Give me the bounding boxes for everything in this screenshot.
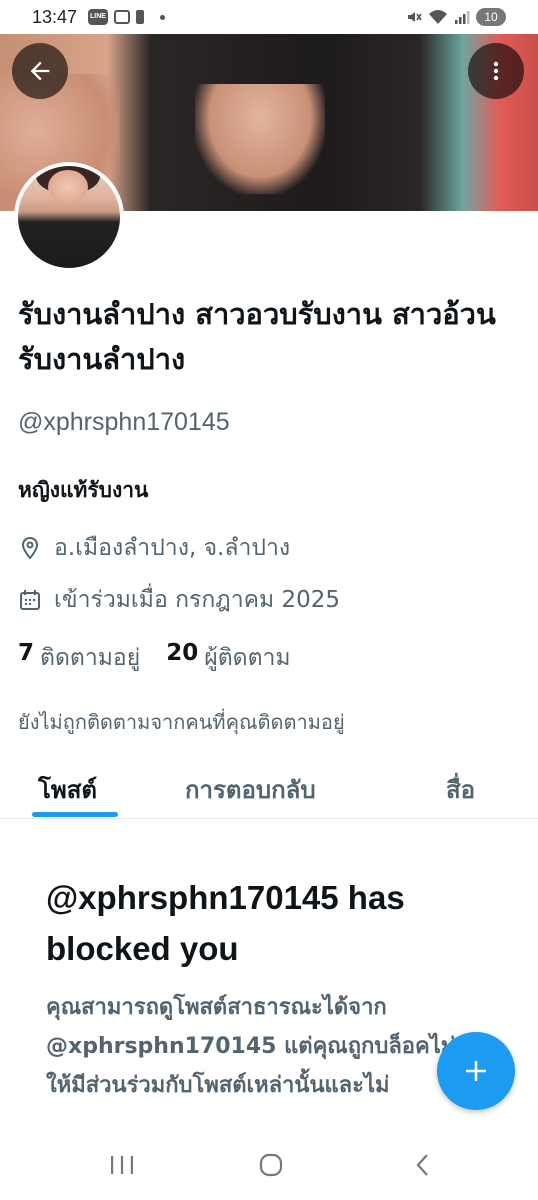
followers-link[interactable]: 20 ผู้ติดตาม [166, 640, 290, 676]
profile-joined-date: เข้าร่วมเมื่อ กรกฎาคม 2025 [18, 582, 340, 618]
follow-stats: 7 ติดตามอยู่ 20 ผู้ติดตาม [18, 640, 309, 676]
location-text: อ.เมืองลำปาง, จ.ลำปาง [54, 535, 291, 561]
joined-text: เข้าร่วมเมื่อ กรกฎาคม 2025 [54, 587, 341, 613]
location-pin-icon [21, 536, 39, 560]
active-tab-indicator [32, 812, 118, 817]
followers-label: ผู้ติดตาม [204, 645, 291, 671]
notification-icons: LINE [88, 9, 165, 25]
home-icon [259, 1153, 283, 1177]
back-button[interactable] [12, 43, 68, 99]
recent-apps-button[interactable] [102, 1150, 142, 1180]
recent-apps-icon [111, 1156, 133, 1174]
tab-media[interactable]: สื่อ [446, 770, 475, 809]
banner-image-detail [195, 84, 325, 194]
following-label: ติดตามอยู่ [40, 645, 141, 671]
wifi-icon [429, 10, 447, 24]
chevron-left-icon [416, 1154, 428, 1176]
compose-button[interactable] [437, 1032, 515, 1110]
following-link[interactable]: 7 ติดตามอยู่ [18, 640, 140, 676]
system-navigation-bar [0, 1130, 538, 1200]
calendar-icon [20, 590, 40, 610]
profile-handle: @xphrsphn170145 [18, 408, 230, 436]
more-vertical-icon [493, 61, 499, 81]
arrow-left-icon [30, 61, 50, 81]
display-name: รับงานลำปาง สาวอวบรับงาน สาวอ้วนรับงานลำ… [18, 297, 496, 376]
following-count: 7 [18, 640, 35, 666]
tab-posts[interactable]: โพสต์ [38, 770, 97, 809]
plus-icon [466, 1061, 486, 1081]
avatar-image-detail [48, 170, 88, 204]
more-options-button[interactable] [468, 43, 524, 99]
blocked-title: @xphrsphn170145 has blocked you [46, 879, 405, 967]
blocked-body: คุณสามารถดูโพสต์สาธารณะได้จาก @xphrsphn1… [46, 995, 456, 1098]
battery-indicator: 10 [476, 8, 506, 26]
signal-icon [455, 11, 470, 24]
alert-icon [136, 10, 144, 24]
mute-icon [408, 12, 422, 22]
status-bar: 13:47 LINE 10 [0, 0, 538, 34]
profile-location: อ.เมืองลำปาง, จ.ลำปาง [18, 530, 290, 566]
home-button[interactable] [251, 1150, 291, 1180]
system-back-button[interactable] [403, 1150, 443, 1180]
followers-count: 20 [166, 640, 199, 666]
more-notifications-dot-icon [160, 14, 165, 20]
avatar[interactable] [14, 162, 124, 272]
tab-replies[interactable]: การตอบกลับ [185, 770, 316, 809]
app-notification-icon [114, 10, 130, 24]
not-followed-note: ยังไม่ถูกติดตามจากคนที่คุณติดตามอยู่ [18, 710, 345, 734]
profile-tabs: โพสต์ การตอบกลับ สื่อ [0, 758, 538, 819]
system-icons: 10 [406, 8, 506, 26]
status-time: 13:47 [32, 7, 78, 27]
line-app-icon: LINE [88, 9, 108, 25]
profile-bio: หญิงแท้รับงาน [18, 478, 149, 502]
